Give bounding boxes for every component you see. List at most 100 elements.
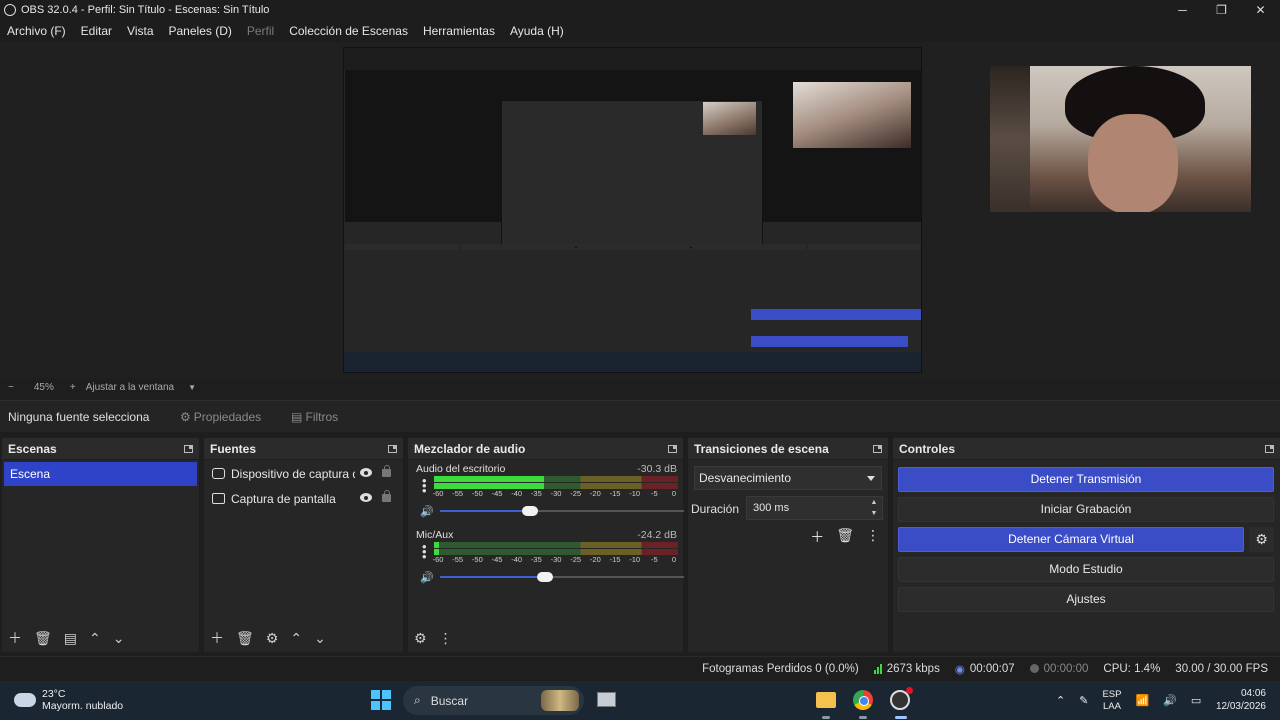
system-tray: ⌃ ✎ ESP LAA 📶 🔊 ▭: [1056, 681, 1201, 720]
broadcast-icon: ◉: [954, 663, 965, 676]
gear-icon: ⚙: [180, 409, 191, 424]
wifi-icon[interactable]: 📶: [1135, 694, 1149, 707]
clock[interactable]: 04:06 12/03/2026: [1216, 687, 1266, 713]
channel-db: -24.2 dB: [637, 529, 677, 541]
menu-editar[interactable]: Editar: [81, 24, 112, 38]
file-explorer-icon[interactable]: [816, 692, 836, 708]
title-bar: OBS 32.0.4 - Perfil: Sin Título - Escena…: [0, 0, 1280, 20]
scale-tick-label: -55: [452, 555, 464, 564]
chevron-down-icon[interactable]: ⌄: [113, 630, 125, 647]
spin-arrows-icon[interactable]: ▲ ▼: [868, 497, 880, 519]
speaker-icon[interactable]: 🔊: [420, 505, 434, 518]
zoom-out-button[interactable]: −: [8, 382, 14, 393]
more-options-icon[interactable]: • • •: [422, 540, 427, 563]
meter-scale: -60 -55 -50 -45 -40 -35 -30 -25 -20 -15 -10 -5 0: [433, 489, 678, 499]
menu-perfil[interactable]: Perfil: [247, 24, 274, 38]
studio-mode-button[interactable]: Modo Estudio: [898, 557, 1274, 582]
undock-icon[interactable]: [184, 444, 193, 453]
eye-icon[interactable]: [360, 468, 372, 477]
virtual-camera-settings-button[interactable]: ⚙: [1249, 527, 1274, 552]
transition-select[interactable]: Desvanecimiento: [694, 466, 882, 490]
stop-virtual-camera-button[interactable]: Detener Cámara Virtual: [898, 527, 1244, 552]
chevron-up-icon[interactable]: ⌃: [290, 630, 302, 647]
menu-vista[interactable]: Vista: [127, 24, 153, 38]
close-button[interactable]: ✕: [1241, 0, 1280, 20]
nested-preview: [345, 70, 921, 248]
gear-icon[interactable]: ⚙: [266, 630, 279, 647]
menu-coleccion-escenas[interactable]: Colección de Escenas: [289, 24, 408, 38]
taskbar-search[interactable]: ⌕ Buscar: [403, 686, 584, 715]
source-label: Dispositivo de captura d: [231, 466, 355, 481]
volume-icon[interactable]: 🔊: [1163, 694, 1177, 707]
menu-herramientas[interactable]: Herramientas: [423, 24, 495, 38]
screen-capture-source[interactable]: [343, 47, 922, 373]
chrome-icon[interactable]: [853, 690, 873, 710]
pen-icon[interactable]: ✎: [1079, 694, 1088, 707]
trash-icon[interactable]: 🗑: [236, 630, 254, 647]
eye-icon[interactable]: [360, 493, 372, 502]
duration-spinbox[interactable]: 300 ms ▲ ▼: [746, 496, 883, 520]
properties-button[interactable]: ⚙ Propiedades: [180, 410, 261, 424]
nested-control-button: [751, 336, 908, 347]
scale-tick-label: -40: [511, 555, 523, 564]
advanced-audio-icon[interactable]: ⚙: [414, 630, 427, 647]
undock-icon[interactable]: [1265, 444, 1274, 453]
menu-ayuda[interactable]: Ayuda (H): [510, 24, 564, 38]
lock-icon[interactable]: [382, 465, 391, 477]
scene-item[interactable]: Escena: [4, 462, 197, 486]
scale-tick-label: -30: [550, 555, 562, 564]
zoom-in-button[interactable]: +: [70, 382, 76, 393]
weather-widget[interactable]: 23°C Mayorm. nublado: [14, 688, 123, 712]
more-options-icon[interactable]: ⋮: [439, 630, 453, 647]
stop-streaming-button[interactable]: Detener Transmisión: [898, 467, 1274, 492]
windows-start-icon[interactable]: [371, 690, 391, 710]
volume-slider-handle[interactable]: [522, 506, 539, 516]
chevron-down-icon[interactable]: ⌄: [314, 630, 326, 647]
speaker-icon[interactable]: 🔊: [420, 571, 434, 584]
obs-taskbar-icon[interactable]: [890, 687, 913, 710]
language-indicator[interactable]: ESP LAA: [1102, 689, 1121, 713]
volume-slider[interactable]: 🔊: [420, 570, 684, 584]
lock-icon[interactable]: [382, 490, 391, 502]
chevron-down-icon[interactable]: ▼: [188, 383, 196, 392]
volume-slider-handle[interactable]: [536, 572, 553, 582]
preview-canvas[interactable]: [0, 42, 1280, 378]
volume-slider[interactable]: 🔊: [420, 504, 684, 518]
start-recording-button[interactable]: Iniciar Grabación: [898, 497, 1274, 522]
scale-tick-label: -40: [511, 489, 523, 498]
scale-tick-label: -25: [570, 555, 582, 564]
trash-icon[interactable]: 🗑: [836, 527, 854, 547]
filters-button[interactable]: ▤ Filtros: [291, 410, 338, 424]
search-icon: ⌕: [414, 693, 421, 707]
scale-tick-label: -30: [550, 489, 562, 498]
chevron-up-icon[interactable]: ⌃: [89, 630, 101, 647]
chevron-up-icon[interactable]: ⌃: [1056, 694, 1065, 707]
add-icon[interactable]: ＋: [8, 628, 22, 648]
duration-value: 300 ms: [753, 502, 790, 514]
zoom-mode-label[interactable]: Ajustar a la ventana: [86, 382, 174, 393]
more-options-icon[interactable]: • • •: [422, 474, 427, 497]
add-icon[interactable]: ＋: [810, 527, 824, 547]
source-item[interactable]: Dispositivo de captura d: [204, 461, 403, 486]
clock-time: 04:06: [1240, 688, 1266, 699]
more-options-icon[interactable]: ⋮: [866, 527, 880, 547]
obs-logo-icon: [4, 4, 16, 16]
meter-scale: -60 -55 -50 -45 -40 -35 -30 -25 -20 -15 -10 -5 0: [433, 555, 678, 565]
settings-button[interactable]: Ajustes: [898, 587, 1274, 612]
undock-icon[interactable]: [388, 444, 397, 453]
menu-archivo[interactable]: Archivo (F): [7, 24, 66, 38]
battery-icon[interactable]: ▭: [1191, 694, 1201, 707]
undock-icon[interactable]: [873, 444, 882, 453]
filter-icon[interactable]: ▤: [64, 630, 77, 647]
add-icon[interactable]: ＋: [210, 628, 224, 648]
maximize-button[interactable]: ❐: [1202, 0, 1241, 20]
minimize-button[interactable]: ─: [1163, 0, 1202, 20]
meter-level: [434, 476, 544, 482]
source-item[interactable]: Captura de pantalla: [204, 486, 403, 511]
webcam-video-source[interactable]: [990, 66, 1251, 212]
task-view-icon[interactable]: [597, 692, 616, 707]
trash-icon[interactable]: 🗑: [34, 630, 52, 647]
undock-icon[interactable]: [668, 444, 677, 453]
running-indicator: [859, 716, 867, 719]
menu-paneles[interactable]: Paneles (D): [169, 24, 232, 38]
